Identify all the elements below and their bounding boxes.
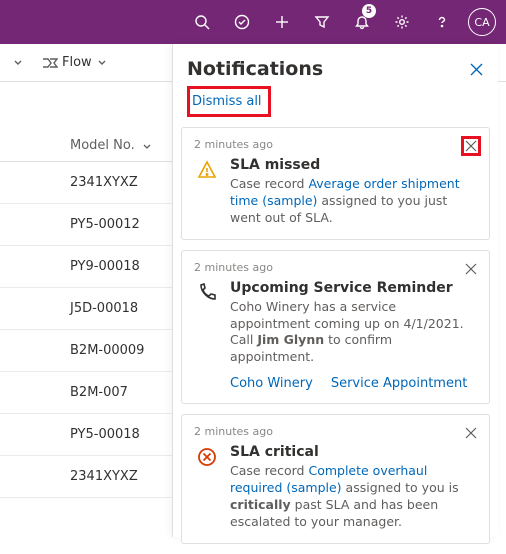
panel-title: Notifications xyxy=(187,58,323,80)
table-row[interactable]: B2M-00009 xyxy=(0,330,172,372)
error-icon xyxy=(194,444,220,531)
close-icon xyxy=(465,140,477,152)
notification-title: SLA missed xyxy=(230,157,477,173)
notification-message: Coho Winery has a service appointment co… xyxy=(230,299,477,367)
table-row[interactable]: PY5-00018 xyxy=(0,414,172,456)
notification-message: Case record Average order shipment time … xyxy=(230,176,477,227)
action-link-service-appointment[interactable]: Service Appointment xyxy=(331,376,467,391)
panel-header: Notifications xyxy=(173,44,498,86)
notification-message: Case record Complete overhaul required (… xyxy=(230,463,477,531)
notification-title: Upcoming Service Reminder xyxy=(230,280,477,296)
flow-button[interactable]: Flow xyxy=(38,51,112,74)
add-button[interactable] xyxy=(262,0,302,44)
close-icon xyxy=(469,62,484,77)
table-row[interactable]: PY5-00012 xyxy=(0,204,172,246)
flow-label: Flow xyxy=(62,55,92,70)
settings-button[interactable] xyxy=(382,0,422,44)
filter-button[interactable] xyxy=(302,0,342,44)
close-icon xyxy=(465,263,477,275)
task-icon xyxy=(234,14,250,30)
table-row[interactable]: 2341XYXZ xyxy=(0,456,172,498)
phone-icon xyxy=(194,280,220,392)
notification-timestamp: 2 minutes ago xyxy=(194,425,477,438)
cell-model-no: 2341XYXZ xyxy=(70,469,138,484)
warning-icon xyxy=(194,157,220,227)
dismiss-notification-button[interactable] xyxy=(461,136,481,156)
column-header-label: Model No. xyxy=(70,138,135,153)
notification-card-service-reminder: 2 minutes ago Upcoming Service Reminder … xyxy=(181,250,490,405)
cell-model-no: PY5-00018 xyxy=(70,427,140,442)
chevron-down-icon xyxy=(141,141,153,153)
cell-model-no: B2M-00009 xyxy=(70,343,144,358)
data-grid: Model No. 2341XYXZ PY5-00012 PY9-00018 J… xyxy=(0,82,172,498)
panel-close-button[interactable] xyxy=(469,62,484,77)
search-icon xyxy=(194,14,210,30)
help-icon xyxy=(434,14,450,30)
action-link-coho-winery[interactable]: Coho Winery xyxy=(230,376,313,391)
close-icon xyxy=(465,427,477,439)
table-row[interactable]: B2M-007 xyxy=(0,372,172,414)
table-row[interactable]: PY9-00018 xyxy=(0,246,172,288)
notification-card-sla-missed: 2 minutes ago SLA missed Case record Ave… xyxy=(181,127,490,240)
task-button[interactable] xyxy=(222,0,262,44)
chevron-down-icon xyxy=(96,57,108,69)
chevron-down-icon xyxy=(12,57,24,69)
notifications-panel: Notifications Dismiss all 2 minutes ago … xyxy=(172,44,498,537)
notifications-badge: 5 xyxy=(362,4,376,18)
notifications-button[interactable]: 5 xyxy=(342,0,382,44)
table-row[interactable]: J5D-00018 xyxy=(0,288,172,330)
person-name: Jim Glynn xyxy=(257,332,324,347)
notification-card-sla-critical: 2 minutes ago SLA critical Case record C… xyxy=(181,414,490,544)
avatar[interactable]: CA xyxy=(468,8,496,36)
notification-title: SLA critical xyxy=(230,444,477,460)
funnel-icon xyxy=(314,14,330,30)
cell-model-no: 2341XYXZ xyxy=(70,175,138,190)
dismiss-notification-button[interactable] xyxy=(461,259,481,279)
back-button[interactable] xyxy=(8,53,28,73)
cell-model-no: J5D-00018 xyxy=(70,301,138,316)
cell-model-no: B2M-007 xyxy=(70,385,128,400)
notification-list: 2 minutes ago SLA missed Case record Ave… xyxy=(173,127,498,554)
gear-icon xyxy=(394,14,410,30)
column-header-model-no[interactable]: Model No. xyxy=(0,82,172,162)
cell-model-no: PY9-00018 xyxy=(70,259,140,274)
flow-icon xyxy=(42,56,58,70)
dismiss-notification-button[interactable] xyxy=(461,423,481,443)
search-button[interactable] xyxy=(182,0,222,44)
help-button[interactable] xyxy=(422,0,462,44)
notification-timestamp: 2 minutes ago xyxy=(194,138,477,151)
cell-model-no: PY5-00012 xyxy=(70,217,140,232)
plus-icon xyxy=(274,14,290,30)
notification-timestamp: 2 minutes ago xyxy=(194,261,477,274)
app-header: 5 CA xyxy=(0,0,506,44)
dismiss-all-button[interactable]: Dismiss all xyxy=(187,86,271,117)
table-row[interactable]: 2341XYXZ xyxy=(0,162,172,204)
